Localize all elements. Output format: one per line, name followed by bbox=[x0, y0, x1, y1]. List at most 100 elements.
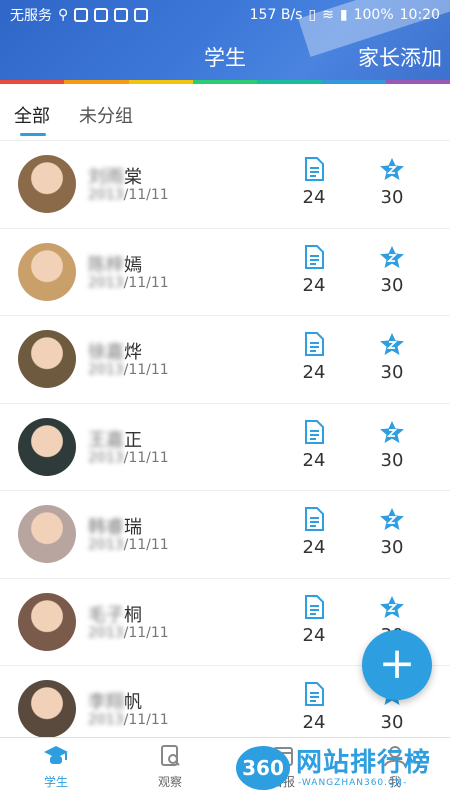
star-count[interactable]: 30 bbox=[372, 245, 412, 296]
birthdate-hidden: 2013 bbox=[88, 624, 124, 641]
tab-ungrouped[interactable]: 未分组 bbox=[79, 102, 133, 128]
student-birthdate: 2013/11/11 bbox=[88, 625, 169, 641]
title-bar: 学生 家长添加 bbox=[0, 36, 450, 76]
student-name-visible: 嫣 bbox=[124, 254, 142, 276]
notebook-search-icon bbox=[161, 745, 180, 766]
document-icon bbox=[303, 157, 325, 185]
document-icon bbox=[303, 594, 325, 623]
student-name-hidden: 刘雨 bbox=[88, 167, 124, 188]
star-count-value: 30 bbox=[380, 537, 404, 558]
tab-indicator bbox=[20, 133, 46, 136]
app-notification-icon bbox=[94, 8, 109, 22]
birthdate-visible: /11/11 bbox=[123, 537, 169, 553]
battery-icon: ▮ bbox=[339, 7, 348, 23]
star-count-value: 30 bbox=[380, 187, 404, 208]
student-birthdate: 2013/11/11 bbox=[88, 450, 169, 466]
student-name-hidden: 王嘉 bbox=[88, 429, 124, 451]
birthdate-visible: /11/11 bbox=[123, 449, 169, 466]
vibrate-icon: ▯ bbox=[308, 7, 317, 23]
student-name: 刘雨棠 bbox=[88, 163, 142, 189]
document-icon bbox=[303, 244, 325, 273]
birthdate-hidden: 2013 bbox=[88, 537, 124, 553]
star-icon bbox=[379, 333, 405, 360]
parent-add-button[interactable]: 家长添加 bbox=[358, 42, 442, 72]
document-icon bbox=[303, 419, 325, 448]
student-row[interactable]: 徐嘉烨 2013/11/11 24 30 bbox=[0, 316, 450, 404]
student-name-visible: 烨 bbox=[124, 342, 142, 363]
star-icon bbox=[379, 420, 405, 448]
birthdate-visible: /11/11 bbox=[123, 274, 169, 291]
student-name-hidden: 李翔 bbox=[88, 692, 124, 713]
student-birthdate: 2013/11/11 bbox=[88, 275, 169, 291]
star-icon bbox=[379, 508, 405, 535]
document-icon bbox=[303, 332, 325, 360]
student-row[interactable]: 韩睿瑞 2013/11/11 24 30 bbox=[0, 491, 450, 579]
app-header: 无服务 ⚲ 157 B/s ▯ ≋ ▮ 100% 10:20 学生 家长添加 bbox=[0, 0, 450, 84]
star-count-value: 30 bbox=[380, 712, 404, 733]
document-icon bbox=[303, 682, 325, 710]
app-notification-icon bbox=[134, 8, 149, 22]
star-icon bbox=[379, 158, 405, 185]
star-count-value: 30 bbox=[380, 274, 404, 296]
document-count[interactable]: 24 bbox=[294, 594, 334, 646]
student-birthdate: 2013/11/11 bbox=[88, 362, 169, 378]
student-name: 毛子桐 bbox=[88, 601, 142, 627]
add-student-button[interactable]: + bbox=[362, 630, 432, 700]
document-count[interactable]: 24 bbox=[294, 244, 334, 296]
time-text: 10:20 bbox=[399, 7, 440, 23]
birthdate-visible: /11/11 bbox=[123, 712, 169, 728]
star-count[interactable]: 30 bbox=[372, 507, 412, 558]
birthdate-visible: /11/11 bbox=[123, 624, 169, 641]
star-count[interactable]: 30 bbox=[372, 157, 412, 208]
app-notification-icon bbox=[74, 8, 89, 22]
document-count[interactable]: 24 bbox=[294, 419, 334, 471]
site-watermark: 360 网站排行榜 -WANGZHAN360.CN- bbox=[236, 740, 450, 800]
avatar bbox=[18, 592, 76, 651]
carrier-text: 无服务 bbox=[10, 8, 52, 24]
student-row[interactable]: 刘雨棠 2013/11/11 24 30 bbox=[0, 141, 450, 229]
tab-all[interactable]: 全部 bbox=[14, 102, 50, 128]
battery-level: 100% bbox=[353, 7, 394, 23]
student-name-visible: 桐 bbox=[124, 604, 142, 626]
birthdate-hidden: 2013 bbox=[88, 362, 124, 378]
student-name-hidden: 徐嘉 bbox=[88, 342, 124, 363]
student-birthdate: 2013/11/11 bbox=[88, 187, 169, 203]
star-count[interactable]: 30 bbox=[372, 332, 412, 383]
birthdate-visible: /11/11 bbox=[123, 362, 169, 378]
star-count-value: 30 bbox=[380, 362, 404, 383]
student-row[interactable]: 王嘉正 2013/11/11 24 30 bbox=[0, 404, 450, 491]
student-name: 陈梓嫣 bbox=[88, 251, 142, 277]
document-count-value: 24 bbox=[302, 712, 326, 733]
nav-label: 学生 bbox=[43, 775, 68, 789]
star-icon bbox=[379, 595, 405, 623]
document-count-value: 24 bbox=[302, 362, 326, 383]
student-name: 韩睿瑞 bbox=[88, 513, 142, 539]
nav-students[interactable]: 学生 bbox=[16, 744, 96, 790]
avatar bbox=[18, 505, 76, 563]
avatar bbox=[18, 155, 76, 213]
document-count[interactable]: 24 bbox=[294, 332, 334, 383]
student-name-hidden: 韩睿 bbox=[88, 517, 124, 538]
star-count[interactable]: 30 bbox=[372, 420, 412, 471]
graduation-cap-icon bbox=[44, 746, 68, 764]
nav-label: 观察 bbox=[157, 775, 182, 789]
app-notification-icon bbox=[114, 8, 129, 22]
network-speed: 157 B/s bbox=[249, 7, 303, 23]
student-name-visible: 帆 bbox=[124, 692, 142, 713]
tab-bar: 全部 未分组 bbox=[0, 84, 450, 141]
student-name-hidden: 毛子 bbox=[88, 604, 124, 626]
student-birthdate: 2013/11/11 bbox=[88, 712, 169, 728]
document-count[interactable]: 24 bbox=[294, 507, 334, 558]
student-row[interactable]: 陈梓嫣 2013/11/11 24 30 bbox=[0, 229, 450, 316]
document-count[interactable]: 24 bbox=[294, 682, 334, 733]
nav-observe[interactable]: 观察 bbox=[130, 744, 210, 790]
watermark-logo: 360 bbox=[236, 746, 290, 790]
avatar bbox=[18, 417, 76, 476]
document-count[interactable]: 24 bbox=[294, 157, 334, 208]
watermark-subtitle: -WANGZHAN360.CN- bbox=[298, 778, 408, 788]
student-name-visible: 瑞 bbox=[124, 517, 142, 538]
student-name-visible: 棠 bbox=[124, 167, 142, 188]
avatar bbox=[18, 330, 76, 388]
star-count-value: 30 bbox=[380, 449, 404, 471]
birthdate-hidden: 2013 bbox=[88, 187, 124, 203]
